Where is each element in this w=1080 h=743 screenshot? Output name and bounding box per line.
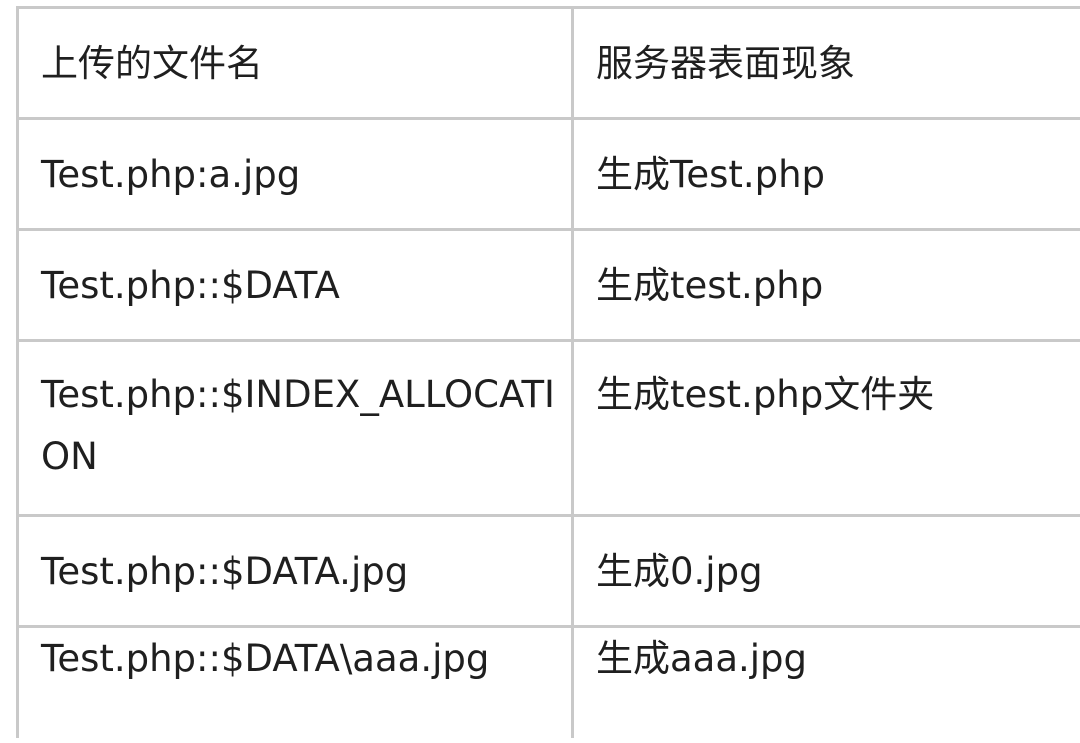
header-server-phenomenon: 服务器表面现象 (571, 6, 1080, 120)
cell-result: 生成aaa.jpg (571, 625, 1080, 738)
cell-filename: Test.php::$DATA.jpg (16, 514, 574, 628)
header-uploaded-filename: 上传的文件名 (16, 6, 574, 120)
cell-result: 生成0.jpg (571, 514, 1080, 628)
table-row: Test.php:a.jpg 生成Test.php (16, 117, 1080, 231)
page: 上传的文件名 服务器表面现象 Test.php:a.jpg 生成Test.php… (0, 0, 1080, 743)
cell-result: 生成test.php文件夹 (571, 339, 1080, 517)
cell-filename: Test.php:a.jpg (16, 117, 574, 231)
cell-result: 生成test.php (571, 228, 1080, 342)
table-header-row: 上传的文件名 服务器表面现象 (16, 6, 1080, 120)
table-row: Test.php::$DATA 生成test.php (16, 228, 1080, 342)
cell-filename: Test.php::$DATA (16, 228, 574, 342)
cell-filename: Test.php::$INDEX_ALLOCATION (16, 339, 574, 517)
table-row: Test.php::$DATA\aaa.jpg 生成aaa.jpg (16, 625, 1080, 738)
table-row: Test.php::$DATA.jpg 生成0.jpg (16, 514, 1080, 628)
cell-filename: Test.php::$DATA\aaa.jpg (16, 625, 574, 738)
cell-result: 生成Test.php (571, 117, 1080, 231)
upload-behavior-table: 上传的文件名 服务器表面现象 Test.php:a.jpg 生成Test.php… (16, 6, 1080, 738)
table-row: Test.php::$INDEX_ALLOCATION 生成test.php文件… (16, 339, 1080, 517)
